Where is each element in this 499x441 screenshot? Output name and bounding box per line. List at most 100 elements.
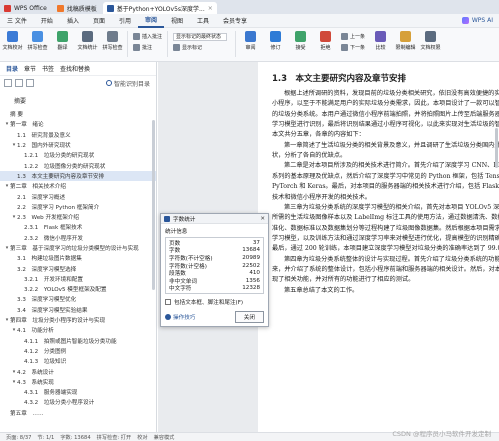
- toc-item[interactable]: 3.2 深度学习模型选择: [0, 263, 156, 273]
- word-count-icon: [164, 215, 170, 222]
- ribbon-button[interactable]: 文档校对: [0, 31, 25, 51]
- show-markup-row[interactable]: 显示标记: [173, 42, 230, 53]
- toc-item[interactable]: 1.3 本文主要研究内容及章节安排: [0, 170, 156, 182]
- toc-item[interactable]: 4.3.2 垃圾分类小程序设计: [0, 397, 156, 407]
- toc-item[interactable]: 1.2.2 垃圾图像分类的研究现状: [0, 160, 156, 170]
- smart-toc-button[interactable]: 智能识别目录: [105, 79, 150, 88]
- ribbon-button-accept[interactable]: 接受: [288, 31, 313, 51]
- section-heading: 1.3 本文主要研究内容及章节安排: [272, 74, 407, 84]
- dialog-title: 字数统计: [173, 216, 196, 223]
- toc-item[interactable]: 3.2.2 YOLOv5 模型框架及配置: [0, 284, 156, 294]
- expand-icon[interactable]: [4, 79, 12, 87]
- sidebar-tab[interactable]: 章节: [24, 64, 36, 73]
- ribbon-button-protect[interactable]: 限制编辑: [393, 31, 418, 51]
- menu-item[interactable]: 引用: [112, 16, 138, 25]
- menu-item[interactable]: 三 文件: [0, 16, 34, 25]
- status-item[interactable]: 拼写检查: 打开: [97, 434, 132, 441]
- toc-item[interactable]: 4.1.2 分类图例: [0, 346, 156, 356]
- ribbon-prev-button[interactable]: 上一条: [341, 31, 365, 42]
- menu-item[interactable]: 开始: [34, 16, 60, 25]
- toc-item-label: 第四章 垃圾分类小程序的设计与实现: [10, 318, 106, 325]
- status-item[interactable]: 兼容模式: [154, 434, 175, 441]
- nav-scrollbar[interactable]: [152, 120, 155, 290]
- ribbon-button-review[interactable]: 审阅: [238, 31, 263, 51]
- collapse-icon[interactable]: [15, 79, 23, 87]
- toc-item[interactable]: 2.1 深度学习概述: [0, 191, 156, 201]
- ribbon-button[interactable]: 翻译: [50, 31, 75, 51]
- tips-link[interactable]: 操作技巧: [165, 313, 195, 321]
- add-heading-icon[interactable]: [26, 79, 34, 87]
- ribbon-button[interactable]: 拼写检查: [100, 31, 125, 51]
- toc-item[interactable]: 1.2.1 垃圾分类的研究现状: [0, 150, 156, 160]
- ribbon-button-track[interactable]: 修订: [263, 31, 288, 51]
- next-icon: [341, 44, 349, 51]
- toc-item[interactable]: 3.2.1 开发环境和配置: [0, 274, 156, 284]
- toc-item[interactable]: 4.3.1 服务器端实现: [0, 387, 156, 397]
- ribbon-label: 限制编辑: [395, 45, 416, 51]
- toc-item[interactable]: ▾ 2.3 Web 开发框架介绍: [0, 212, 156, 222]
- toc-item[interactable]: 摘 要: [0, 109, 156, 119]
- ribbon-row-button[interactable]: 插入批注: [133, 31, 162, 42]
- menu-item[interactable]: 页面: [86, 16, 112, 25]
- markup-select[interactable]: 显示标记的最终状态: [173, 32, 228, 41]
- toc-item[interactable]: 4.1.1 拍照或图片智能垃圾分类功能: [0, 336, 156, 346]
- menu-item[interactable]: 视图: [164, 16, 190, 25]
- toc-item[interactable]: ▾ 第一章 绪论: [0, 119, 156, 129]
- menu-item[interactable]: 会员专享: [216, 16, 254, 25]
- include-textbox-checkbox[interactable]: 包括文本框、脚注和尾注(F): [165, 298, 264, 306]
- toc-item[interactable]: ▾ 1.2 国内外研究现状: [0, 140, 156, 150]
- close-tab-icon[interactable]: ×: [208, 5, 213, 12]
- sidebar-tab[interactable]: 查找和替换: [60, 64, 90, 73]
- menu-item[interactable]: 审阅: [137, 14, 164, 28]
- toc-item[interactable]: 3.4 深度学习模型实验结果: [0, 305, 156, 315]
- ribbon-button[interactable]: 拼写检查: [25, 31, 50, 51]
- window-tab[interactable]: 找稿质模板: [53, 2, 101, 14]
- close-button[interactable]: 关闭: [234, 311, 264, 324]
- menu-item[interactable]: 插入: [60, 16, 86, 25]
- document-line: 第四章为垃圾分类系统整体的设计与实现过程。首先介绍了垃圾分类系统的功能需求分析，: [284, 255, 499, 263]
- window-tab[interactable]: 基于Python+YOLOv5s深度学... ×: [102, 2, 217, 14]
- status-item[interactable]: 节: 1/1: [37, 434, 54, 441]
- toc-item[interactable]: ▾ 第四章 垃圾分类小程序的设计与实现: [0, 315, 156, 325]
- toc-item[interactable]: 2.3.1 Flask 框架技术: [0, 222, 156, 232]
- ribbon-label: 文档权限: [420, 45, 441, 51]
- menu-bar: 三 文件 开始 插入 页面 引用 审阅 视图 工具 会员专享 WPS AI: [0, 14, 499, 28]
- sidebar-tab[interactable]: 书签: [42, 64, 54, 73]
- toc-item-label: 2.3.2 微信小程序开发: [24, 235, 83, 242]
- status-item[interactable]: 页面: 8/37: [6, 434, 31, 441]
- toc-item[interactable]: 4.1.3 垃圾知识: [0, 356, 156, 366]
- ribbon-button-compare[interactable]: 比较: [368, 31, 393, 51]
- checkbox-box[interactable]: [165, 299, 171, 306]
- stat-row: 中文字符 12328: [169, 285, 260, 292]
- status-item[interactable]: 校对: [137, 434, 147, 441]
- tab-label: 基于Python+YOLOv5s深度学...: [116, 5, 205, 13]
- wps-ai-button[interactable]: WPS AI: [461, 17, 493, 24]
- toc-item[interactable]: 2.2 深度学习 Python 框架简介: [0, 202, 156, 212]
- toc-item[interactable]: 3.3 深度学习模型优化: [0, 294, 156, 304]
- toc-item[interactable]: 2.3.2 微信小程序开发: [0, 233, 156, 243]
- toc-item[interactable]: ▾ 4.2 系统设计: [0, 366, 156, 376]
- ribbon-button-doc_rights[interactable]: 文档权限: [418, 31, 443, 51]
- toc-item[interactable]: ▾ 4.1 功能分析: [0, 325, 156, 335]
- toc-item[interactable]: ▾ 第三章 基于深度学习的垃圾分类模型的设计与实现: [0, 243, 156, 253]
- toc-item[interactable]: 3.1 构建垃圾图片数据集: [0, 253, 156, 263]
- sidebar-tab[interactable]: 目录: [6, 64, 18, 73]
- toc-item[interactable]: 1.1 研究背景及意义: [0, 130, 156, 140]
- toc-item[interactable]: ▾ 第二章 相关技术介绍: [0, 181, 156, 191]
- ribbon-button[interactable]: 文档统计: [75, 31, 100, 51]
- menu-item[interactable]: 工具: [190, 16, 216, 25]
- status-item[interactable]: 字数: 13684: [60, 434, 90, 441]
- ribbon-button-reject[interactable]: 拒绝: [313, 31, 338, 51]
- checkbox-label: 包括文本框、脚注和尾注(F): [174, 300, 244, 307]
- ribbon-label: 翻译: [57, 45, 68, 51]
- toc-item-label: 4.1 功能分析: [17, 328, 54, 335]
- toc-item[interactable]: 第五章 ……: [0, 408, 156, 418]
- window-tab[interactable]: WPS Office: [0, 2, 51, 14]
- ribbon-row-button[interactable]: 批注: [133, 42, 162, 53]
- ribbon-next-button[interactable]: 下一条: [341, 42, 365, 53]
- document-page[interactable]: 1.3 本文主要研究内容及章节安排 根据上述所调研的资料，发现目前的垃圾分类相关…: [258, 62, 499, 432]
- close-icon[interactable]: ✕: [260, 216, 265, 222]
- doc-scrollbar[interactable]: [495, 128, 498, 168]
- document-line: 的垃圾分类系统。本用户通过微信小程序前端拍照，并将拍照图片上传至后端服务器，调用…: [272, 110, 499, 118]
- toc-item[interactable]: ▾ 4.3 系统实现: [0, 377, 156, 387]
